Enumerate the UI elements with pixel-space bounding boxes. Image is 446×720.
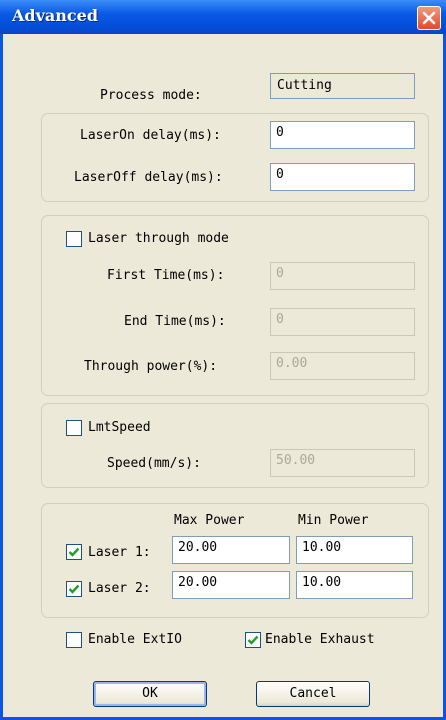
process-mode-label: Process mode: — [100, 88, 202, 103]
ok-button[interactable]: OK — [93, 681, 207, 707]
cancel-button[interactable]: Cancel — [256, 681, 370, 707]
check-icon — [68, 584, 80, 594]
through-power-label: Through power(%): — [84, 359, 218, 374]
close-icon — [422, 11, 436, 25]
max-power-header: Max Power — [174, 513, 245, 528]
laser1-label[interactable]: Laser 1: — [88, 545, 151, 560]
first-time-label: First Time(ms): — [107, 268, 225, 283]
lmtspeed-checkbox[interactable] — [66, 420, 82, 436]
laseroff-delay-input[interactable]: 0 — [270, 163, 415, 191]
laser2-max-input[interactable]: 20.00 — [172, 571, 290, 599]
laser1-checkbox[interactable] — [66, 544, 82, 560]
laseroff-delay-label: LaserOff delay(ms): — [74, 170, 223, 185]
speed-input[interactable]: 50.00 — [270, 449, 415, 477]
enable-extio-label[interactable]: Enable ExtIO — [88, 632, 182, 647]
enable-exhaust-label[interactable]: Enable Exhaust — [265, 632, 375, 647]
first-time-input[interactable]: 0 — [270, 262, 415, 290]
speed-label: Speed(mm/s): — [107, 456, 201, 471]
end-time-input[interactable]: 0 — [270, 308, 415, 336]
laser1-min-input[interactable]: 10.00 — [296, 536, 413, 564]
laser2-min-input[interactable]: 10.00 — [296, 571, 413, 599]
check-icon — [68, 547, 80, 557]
laser2-label[interactable]: Laser 2: — [88, 581, 151, 596]
laseron-delay-input[interactable]: 0 — [270, 121, 415, 149]
window-title: Advanced — [12, 6, 99, 25]
title-bar[interactable]: Advanced — [0, 0, 446, 34]
through-power-input[interactable]: 0.00 — [270, 352, 415, 380]
process-mode-value: Cutting — [270, 73, 415, 99]
enable-exhaust-checkbox[interactable] — [245, 632, 261, 648]
end-time-label: End Time(ms): — [124, 314, 226, 329]
laser2-checkbox[interactable] — [66, 581, 82, 597]
laser-through-label[interactable]: Laser through mode — [88, 231, 229, 246]
lmtspeed-label[interactable]: LmtSpeed — [88, 420, 151, 435]
check-icon — [247, 635, 259, 645]
close-button[interactable] — [417, 6, 441, 30]
laser-through-checkbox[interactable] — [66, 231, 82, 247]
min-power-header: Min Power — [298, 513, 369, 528]
laseron-delay-label: LaserOn delay(ms): — [80, 128, 221, 143]
laser1-max-input[interactable]: 20.00 — [172, 536, 290, 564]
enable-extio-checkbox[interactable] — [66, 632, 82, 648]
